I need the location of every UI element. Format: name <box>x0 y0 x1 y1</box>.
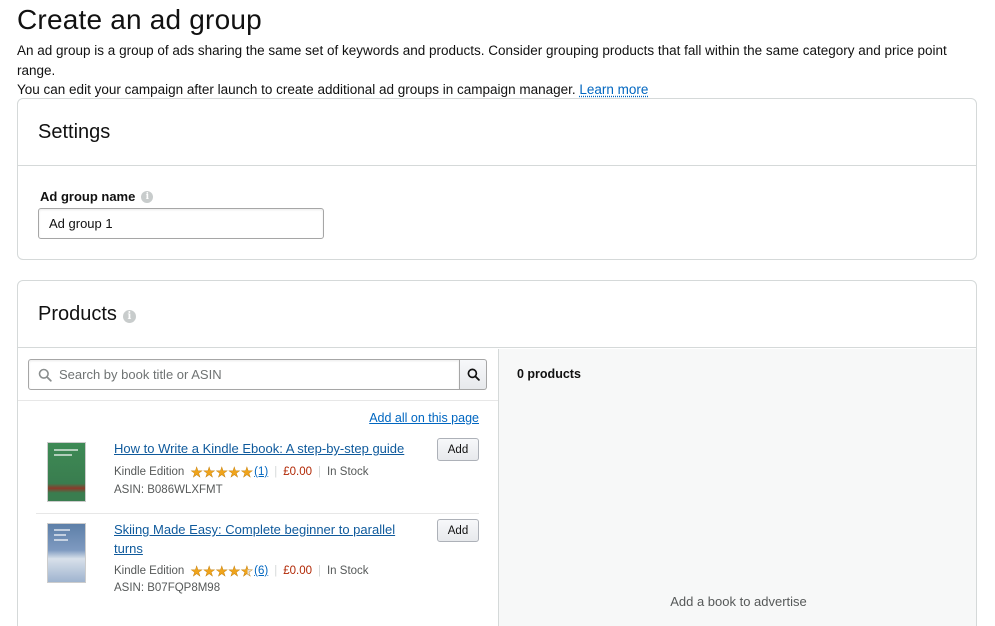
add-product-button[interactable]: Add <box>437 438 479 461</box>
product-price: £0.00 <box>283 565 312 577</box>
star-rating: ★ ★ ★ ★ ★ <box>190 564 253 578</box>
product-count: 0 products <box>517 367 581 381</box>
separator: | <box>317 466 321 478</box>
product-item: Skiing Made Easy: Complete beginner to p… <box>36 517 479 607</box>
search-icon <box>467 368 480 381</box>
intro-line-1: An ad group is a group of ads sharing th… <box>17 43 947 78</box>
info-icon[interactable]: i <box>141 190 154 203</box>
book-cover-image <box>47 523 86 583</box>
product-price: £0.00 <box>283 466 312 478</box>
products-card: Products i Add all on this page <box>17 280 977 626</box>
book-cover-image <box>47 442 86 502</box>
star-icon: ★ <box>240 464 254 480</box>
star-icon: ★ <box>215 464 229 480</box>
product-format: Kindle Edition <box>114 466 185 478</box>
product-title-link[interactable]: Skiing Made Easy: Complete beginner to p… <box>114 520 424 558</box>
settings-header: Settings <box>18 99 976 166</box>
add-all-link[interactable]: Add all on this page <box>369 411 479 425</box>
selected-products-pane: 0 products Add a book to advertise <box>499 349 976 626</box>
empty-state-message: Add a book to advertise <box>670 594 807 609</box>
product-meta: Kindle Edition ★ ★ ★ ★ ★ (6) | £0.00 | In St… <box>114 564 369 578</box>
star-icon: ★ <box>190 464 203 480</box>
page-title: Create an ad group <box>17 4 262 35</box>
search-input[interactable] <box>59 360 449 389</box>
search-field[interactable] <box>28 359 460 390</box>
stock-status: In Stock <box>326 565 369 577</box>
separator: | <box>317 565 321 577</box>
half-star-icon: ★ <box>240 563 254 579</box>
learn-more-link[interactable]: Learn more <box>579 82 648 97</box>
star-rating: ★ ★ ★ ★ ★ <box>190 465 253 479</box>
star-icon: ★ <box>202 464 216 480</box>
search-button[interactable] <box>460 359 487 390</box>
separator: | <box>274 466 278 478</box>
search-icon <box>38 368 52 382</box>
ad-group-name-label: Ad group name i <box>40 189 154 204</box>
separator: | <box>274 565 278 577</box>
ad-group-name-input[interactable] <box>38 208 324 239</box>
review-count-link[interactable]: (6) <box>254 565 268 577</box>
star-icon: ★ <box>202 563 216 579</box>
product-search-pane: Add all on this page How to Write a Kind… <box>18 349 499 626</box>
stock-status: In Stock <box>326 466 369 478</box>
search-bar <box>28 359 487 390</box>
intro-line-2: You can edit your campaign after launch … <box>17 82 576 97</box>
products-title-wrap: Products i <box>38 303 136 326</box>
review-count-link[interactable]: (1) <box>254 466 268 478</box>
settings-card: Settings Ad group name i <box>17 98 977 260</box>
product-format: Kindle Edition <box>114 565 185 577</box>
settings-title: Settings <box>38 120 111 143</box>
product-title-link[interactable]: How to Write a Kindle Ebook: A step-by-s… <box>114 439 424 458</box>
product-meta: Kindle Edition ★ ★ ★ ★ ★ (1) | £0.00 | In St… <box>114 465 369 479</box>
star-icon: ★ <box>215 563 229 579</box>
products-header: Products i <box>18 281 976 348</box>
product-asin: ASIN: B07FQP8M98 <box>114 582 221 594</box>
star-icon: ★ <box>190 563 203 579</box>
info-icon[interactable]: i <box>122 309 136 323</box>
ad-group-name-label-text: Ad group name <box>40 189 136 204</box>
product-asin: ASIN: B086WLXFMT <box>114 484 223 496</box>
products-title: Products <box>38 302 117 325</box>
product-item: How to Write a Kindle Ebook: A step-by-s… <box>36 436 479 514</box>
intro-text: An ad group is a group of ads sharing th… <box>17 41 987 100</box>
add-product-button[interactable]: Add <box>437 519 479 542</box>
star-icon: ★ <box>228 563 241 579</box>
star-icon: ★ <box>228 464 241 480</box>
add-all-row: Add all on this page <box>18 400 498 432</box>
